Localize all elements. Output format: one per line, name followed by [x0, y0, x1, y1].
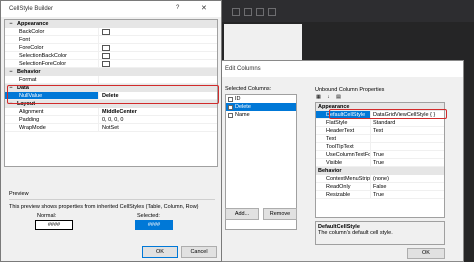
- edit-columns-dialog: Edit Columns Selected Columns: ID Delete…: [216, 60, 464, 262]
- highlight-box-default-cell-style: [329, 109, 447, 119]
- column-item-delete[interactable]: Delete: [226, 103, 296, 111]
- toolbar-icon[interactable]: [232, 8, 240, 16]
- toolbar-icon[interactable]: [256, 8, 264, 16]
- preview-normal-label: Normal:: [37, 213, 57, 219]
- property-row[interactable]: UseColumnTextForBuTrue: [316, 151, 444, 159]
- edit-columns-title: Edit Columns: [217, 61, 463, 77]
- category-appearance[interactable]: − Appearance: [5, 20, 217, 28]
- cellstyle-builder-titlebar: CellStyle Builder ? ✕: [1, 1, 221, 17]
- property-category[interactable]: Behavior: [316, 167, 444, 175]
- preview-description: This preview shows properties from inher…: [9, 204, 199, 210]
- categorized-icon[interactable]: ▦: [315, 94, 322, 101]
- column-icon: [228, 96, 233, 102]
- color-swatch: [102, 60, 110, 67]
- edit-columns-ok-button[interactable]: OK: [407, 248, 445, 259]
- preview-normal-cell: ####: [35, 220, 73, 230]
- property-grid-toolbar: ▦ ↓ ▤: [315, 94, 342, 102]
- toolbar-icon[interactable]: [244, 8, 252, 16]
- color-swatch: [102, 28, 110, 35]
- property-row-format[interactable]: Format: [5, 76, 217, 84]
- alphabetical-icon[interactable]: ↓: [325, 94, 332, 101]
- ok-button[interactable]: OK: [142, 246, 178, 258]
- preview-selected-cell: ####: [135, 220, 173, 230]
- column-icon: [228, 112, 233, 118]
- property-row-forecolor[interactable]: ForeColor: [5, 44, 217, 52]
- remove-column-button[interactable]: Remove: [263, 208, 297, 220]
- property-row[interactable]: Text: [316, 135, 444, 143]
- cellstyle-builder-dialog: CellStyle Builder ? ✕ − Appearance BackCo…: [0, 0, 222, 262]
- property-row-alignment[interactable]: Alignment MiddleCenter: [5, 108, 217, 116]
- property-row[interactable]: Visible True: [316, 159, 444, 167]
- property-row-font[interactable]: Font: [5, 36, 217, 44]
- highlight-box-data-nullvalue: [7, 85, 219, 104]
- cancel-button[interactable]: Cancel: [181, 246, 217, 258]
- property-description-text: The column's default cell style.: [318, 230, 393, 236]
- property-row[interactable]: FlatStyle Standard: [316, 119, 444, 127]
- preview-selected-label: Selected:: [137, 213, 160, 219]
- color-swatch: [102, 44, 110, 51]
- property-row-backcolor[interactable]: BackColor: [5, 28, 217, 36]
- property-row[interactable]: HeaderText Text: [316, 127, 444, 135]
- property-row[interactable]: ReadOnly False: [316, 183, 444, 191]
- category-behavior[interactable]: − Behavior: [5, 68, 217, 76]
- toolbar-icon[interactable]: [268, 8, 276, 16]
- collapse-icon[interactable]: −: [7, 20, 15, 28]
- properties-icon[interactable]: ▤: [335, 94, 342, 101]
- property-description-panel: DefaultCellStyle The column's default ce…: [315, 221, 445, 245]
- property-row-padding[interactable]: Padding 0, 0, 0, 0: [5, 116, 217, 124]
- close-icon[interactable]: ✕: [201, 4, 207, 12]
- help-button[interactable]: ?: [176, 5, 179, 11]
- selected-columns-label: Selected Columns:: [225, 86, 272, 92]
- property-row-selectionforecolor[interactable]: SelectionForeColor: [5, 60, 217, 68]
- collapse-icon[interactable]: −: [7, 68, 15, 76]
- column-icon: [228, 104, 233, 110]
- ide-toolbar: [222, 0, 474, 22]
- add-column-button[interactable]: Add...: [225, 208, 259, 220]
- unbound-column-properties-label: Unbound Column Properties: [315, 87, 385, 93]
- preview-label: Preview: [9, 191, 29, 197]
- dialog-title: CellStyle Builder: [9, 6, 54, 12]
- column-item-name[interactable]: Name: [226, 111, 296, 119]
- column-item-id[interactable]: ID: [226, 95, 296, 103]
- property-row[interactable]: ToolTipText: [316, 143, 444, 151]
- property-row[interactable]: Resizable True: [316, 191, 444, 199]
- color-swatch: [102, 52, 110, 59]
- property-row-selectionbackcolor[interactable]: SelectionBackColor: [5, 52, 217, 60]
- property-row-wrapmode[interactable]: WrapMode NotSet: [5, 124, 217, 132]
- column-property-grid[interactable]: Appearance DefaultCellStyle DataGridViewC…: [315, 102, 445, 218]
- preview-divider: [9, 199, 215, 200]
- property-row[interactable]: ContextMenuStrip (none): [316, 175, 444, 183]
